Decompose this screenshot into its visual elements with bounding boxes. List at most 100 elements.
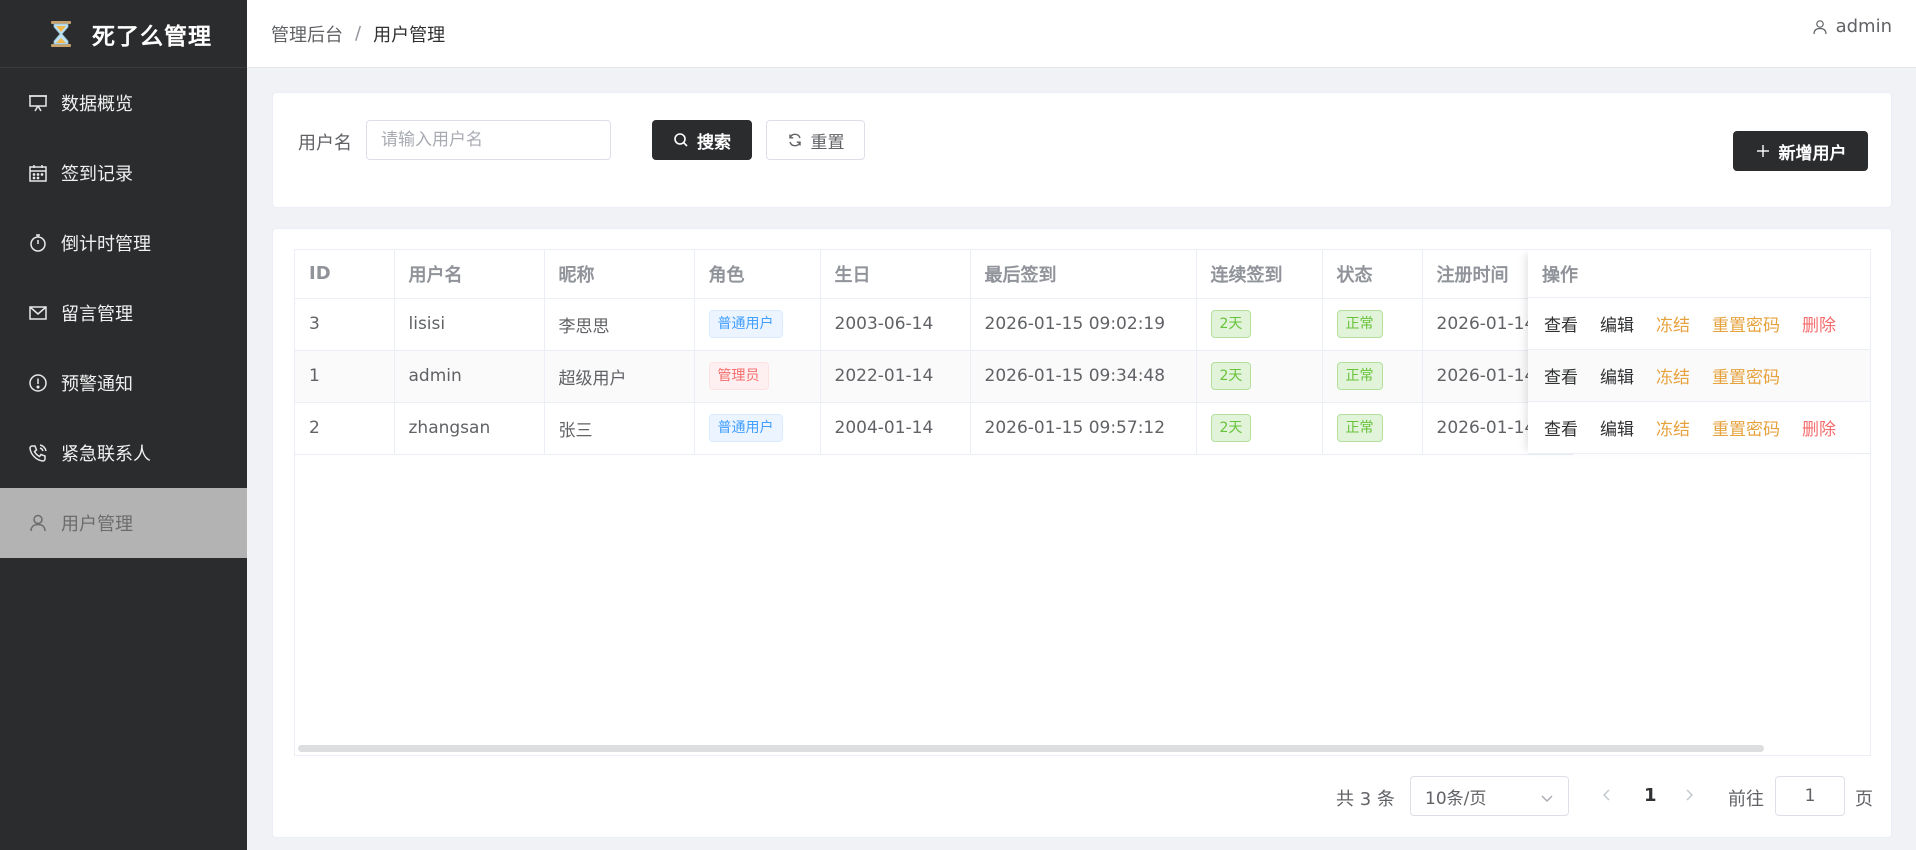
sidebar-item-users[interactable]: 用户管理 (0, 488, 247, 558)
cell-id: 2 (295, 402, 395, 455)
cell-username: zhangsan (394, 402, 545, 455)
hourglass-icon (51, 20, 71, 47)
prev-page-button[interactable] (1601, 787, 1613, 806)
cell-role: 普通用户 (694, 298, 821, 351)
user-icon (27, 512, 49, 534)
status-badge: 正常 (1336, 310, 1383, 338)
sidebar-item-alerts[interactable]: 预警通知 (0, 348, 247, 418)
add-user-button-label: 新增用户 (1778, 143, 1847, 164)
breadcrumb: 管理后台 / 用户管理 (271, 21, 445, 47)
table-row[interactable]: 3 lisisi 李思思 普通用户 2003-06-14 2026-01-15 … (295, 298, 1573, 351)
streak-badge: 2天 (1210, 414, 1252, 442)
cell-nickname: 超级用户 (544, 350, 695, 403)
column-header-nickname[interactable]: 昵称 (544, 250, 695, 299)
phone-icon (27, 442, 49, 464)
table-row[interactable]: 1 admin 超级用户 管理员 2022-01-14 2026-01-15 0… (295, 350, 1573, 403)
cell-streak: 2天 (1196, 350, 1323, 403)
add-user-button[interactable]: 新增用户 (1733, 131, 1868, 171)
cell-last-checkin: 2026-01-15 09:34:48 (970, 350, 1197, 403)
cell-id: 3 (295, 298, 395, 351)
sidebar-item-label: 数据概览 (61, 94, 133, 115)
column-header-streak[interactable]: 连续签到 (1196, 250, 1323, 299)
role-badge: 普通用户 (708, 310, 783, 338)
mail-icon (27, 302, 49, 324)
sidebar: 死了么管理 数据概览 签到记录 倒计时管理 留言管理 预警通知 紧急联系人 用户… (0, 0, 247, 850)
username-search-input[interactable] (366, 120, 611, 160)
cell-streak: 2天 (1196, 298, 1323, 351)
cell-status: 正常 (1322, 402, 1423, 455)
page-size-select[interactable]: 10条/页 (1410, 776, 1569, 816)
sidebar-item-label: 用户管理 (61, 514, 133, 535)
cell-status: 正常 (1322, 298, 1423, 351)
reset-button[interactable]: 重置 (766, 120, 865, 160)
view-button[interactable]: 查看 (1544, 363, 1578, 388)
total-count: 共 3 条 (1336, 789, 1395, 810)
user-table: ID 用户名 昵称 角色 生日 最后签到 连续签到 状态 注册时间 3 lisi… (294, 249, 1871, 756)
sidebar-item-label: 倒计时管理 (61, 234, 151, 255)
breadcrumb-separator: / (355, 23, 362, 44)
cell-nickname: 张三 (544, 402, 695, 455)
refresh-icon (788, 133, 801, 147)
sidebar-item-label: 预警通知 (61, 374, 133, 395)
operations-row: 查看 编辑 冻结 重置密码 删除 (1528, 298, 1870, 350)
cell-username: admin (394, 350, 545, 403)
page-number-current[interactable]: 1 (1644, 785, 1657, 806)
cell-last-checkin: 2026-01-15 09:57:12 (970, 402, 1197, 455)
sidebar-item-messages[interactable]: 留言管理 (0, 278, 247, 348)
horizontal-scrollbar[interactable] (298, 745, 1764, 752)
sidebar-item-label: 签到记录 (61, 164, 133, 185)
calendar-icon (27, 162, 49, 184)
cell-status: 正常 (1322, 350, 1423, 403)
column-header-role[interactable]: 角色 (694, 250, 821, 299)
chevron-down-icon (1541, 795, 1553, 802)
breadcrumb-home[interactable]: 管理后台 (271, 21, 343, 47)
view-button[interactable]: 查看 (1544, 311, 1578, 336)
sidebar-item-checkin[interactable]: 签到记录 (0, 138, 247, 208)
sidebar-item-contacts[interactable]: 紧急联系人 (0, 418, 247, 488)
username: admin (1835, 16, 1892, 37)
reset-password-button[interactable]: 重置密码 (1712, 311, 1780, 336)
sidebar-item-overview[interactable]: 数据概览 (0, 68, 247, 138)
freeze-button[interactable]: 冻结 (1656, 415, 1690, 440)
app-title: 死了么管理 (92, 23, 212, 50)
column-header-username[interactable]: 用户名 (394, 250, 545, 299)
goto-page-input[interactable] (1775, 776, 1845, 816)
pagination: 共 3 条 10条/页 1 前往 页 (273, 776, 1891, 816)
edit-button[interactable]: 编辑 (1600, 363, 1634, 388)
username-label: 用户名 (298, 133, 352, 154)
edit-button[interactable]: 编辑 (1600, 415, 1634, 440)
column-header-operations: 操作 (1528, 250, 1870, 298)
column-header-id[interactable]: ID (295, 250, 395, 299)
search-button[interactable]: 搜索 (652, 120, 752, 160)
column-header-birthday[interactable]: 生日 (820, 250, 971, 299)
goto-label: 前往 (1728, 789, 1764, 810)
user-menu[interactable]: admin (1812, 16, 1892, 37)
streak-badge: 2天 (1210, 362, 1252, 390)
table-row[interactable]: 2 zhangsan 张三 普通用户 2004-01-14 2026-01-15… (295, 402, 1573, 455)
user-table-grid: ID 用户名 昵称 角色 生日 最后签到 连续签到 状态 注册时间 3 lisi… (295, 250, 1573, 455)
warning-circle-icon (27, 372, 49, 394)
page-size-value: 10条/页 (1425, 788, 1487, 809)
sidebar-item-label: 紧急联系人 (61, 444, 151, 465)
user-table-panel: ID 用户名 昵称 角色 生日 最后签到 连续签到 状态 注册时间 3 lisi… (272, 228, 1892, 838)
delete-button[interactable]: 删除 (1802, 311, 1836, 336)
reset-password-button[interactable]: 重置密码 (1712, 363, 1780, 388)
freeze-button[interactable]: 冻结 (1656, 363, 1690, 388)
user-icon (1812, 19, 1827, 34)
delete-button[interactable]: 删除 (1802, 415, 1836, 440)
chevron-left-icon (1603, 789, 1610, 801)
stopwatch-icon (27, 232, 49, 254)
reset-button-label: 重置 (810, 132, 845, 153)
edit-button[interactable]: 编辑 (1600, 311, 1634, 336)
column-header-status[interactable]: 状态 (1322, 250, 1423, 299)
next-page-button[interactable] (1683, 787, 1695, 806)
role-badge: 管理员 (708, 362, 769, 390)
search-panel: 用户名 搜索 重置 新增用户 (272, 92, 1892, 208)
cell-role: 管理员 (694, 350, 821, 403)
view-button[interactable]: 查看 (1544, 415, 1578, 440)
operations-row: 查看 编辑 冻结 重置密码 删除 (1528, 402, 1870, 454)
column-header-last-checkin[interactable]: 最后签到 (970, 250, 1197, 299)
freeze-button[interactable]: 冻结 (1656, 311, 1690, 336)
reset-password-button[interactable]: 重置密码 (1712, 415, 1780, 440)
sidebar-item-countdown[interactable]: 倒计时管理 (0, 208, 247, 278)
